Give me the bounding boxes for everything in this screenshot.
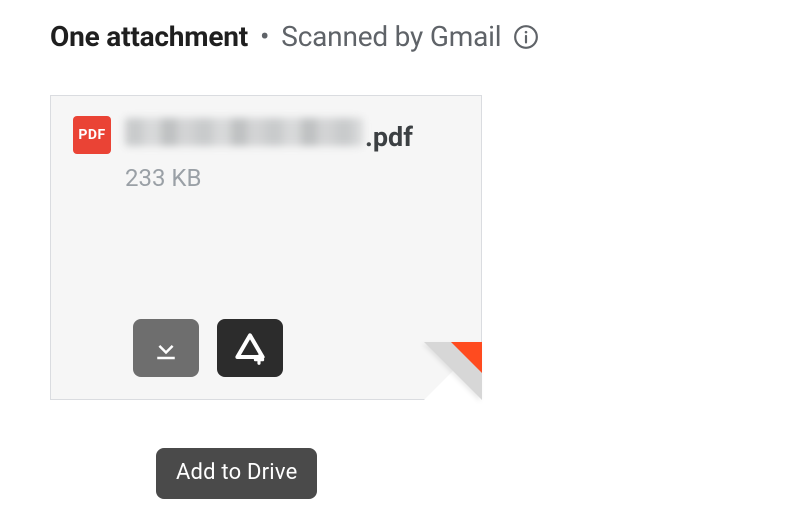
- attachment-card[interactable]: PDF .pdf 233 KB: [50, 95, 482, 400]
- download-button[interactable]: [133, 319, 199, 377]
- separator-dot: •: [260, 20, 269, 53]
- filename-redacted: [125, 118, 363, 146]
- attachment-actions: [133, 319, 283, 377]
- info-icon[interactable]: [513, 24, 539, 50]
- file-size: 233 KB: [125, 164, 459, 192]
- file-extension: .pdf: [365, 121, 413, 153]
- download-icon: [151, 333, 181, 363]
- attachments-title: One attachment: [50, 20, 248, 53]
- filename: .pdf: [125, 118, 413, 153]
- pdf-badge-icon: PDF: [73, 116, 111, 154]
- scanned-by-label: Scanned by Gmail: [281, 20, 501, 53]
- page-curl-icon: [424, 342, 482, 400]
- attachments-header: One attachment • Scanned by Gmail: [50, 20, 750, 53]
- add-to-drive-tooltip: Add to Drive: [156, 448, 317, 499]
- drive-add-icon: [232, 331, 268, 365]
- file-header-row: PDF .pdf: [73, 116, 459, 154]
- add-to-drive-button[interactable]: [217, 319, 283, 377]
